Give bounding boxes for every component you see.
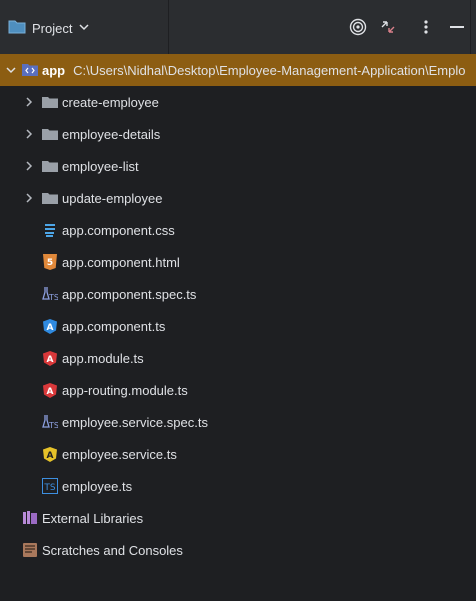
tree-file[interactable]: TS employee.service.spec.ts	[0, 406, 476, 438]
tree-file[interactable]: A employee.service.ts	[0, 438, 476, 470]
folder-name: employee-list	[62, 158, 139, 174]
toolbar-edge	[470, 0, 471, 54]
spec-icon: TS	[42, 286, 58, 302]
external-libraries[interactable]: External Libraries	[0, 502, 476, 534]
tree-folder[interactable]: employee-details	[0, 118, 476, 150]
scratches-and-consoles[interactable]: Scratches and Consoles	[0, 534, 476, 566]
angular-module-icon: A	[42, 382, 58, 398]
tree-file[interactable]: A app.module.ts	[0, 342, 476, 374]
root-folder-path: C:\Users\Nidhal\Desktop\Employee-Managem…	[73, 62, 466, 78]
chevron-right-icon[interactable]	[22, 95, 36, 109]
tree-file[interactable]: TS app.component.spec.ts	[0, 278, 476, 310]
tree-file[interactable]: A app-routing.module.ts	[0, 374, 476, 406]
svg-text:A: A	[47, 387, 54, 397]
file-name: app.component.css	[62, 222, 175, 238]
tree-root-app[interactable]: app C:\Users\Nidhal\Desktop\Employee-Man…	[0, 54, 476, 86]
spec-icon: TS	[42, 414, 58, 430]
file-name: employee.service.spec.ts	[62, 414, 208, 430]
more-icon[interactable]	[416, 17, 436, 37]
file-name: app.module.ts	[62, 350, 144, 366]
file-name: app.component.html	[62, 254, 180, 270]
file-name: employee.ts	[62, 478, 133, 494]
svg-text:A: A	[47, 323, 54, 333]
project-folder-icon	[8, 19, 26, 38]
svg-text:5: 5	[47, 258, 53, 268]
tree-folder[interactable]: update-employee	[0, 182, 476, 214]
angular-component-icon: A	[42, 318, 58, 334]
chevron-right-icon[interactable]	[22, 127, 36, 141]
file-name: app.component.spec.ts	[62, 286, 197, 302]
target-icon[interactable]	[348, 17, 368, 37]
angular-folder-icon	[22, 62, 38, 78]
html-icon: 5	[42, 254, 58, 270]
tree-file[interactable]: A app.component.ts	[0, 310, 476, 342]
folder-icon	[42, 126, 58, 142]
tree-file[interactable]: 5 app.component.html	[0, 246, 476, 278]
angular-module-icon: A	[42, 350, 58, 366]
css-icon	[42, 222, 58, 238]
folder-icon	[42, 158, 58, 174]
project-title: Project	[32, 20, 73, 36]
svg-text:A: A	[47, 355, 54, 365]
library-icon	[22, 510, 38, 526]
svg-text:TS: TS	[48, 421, 58, 430]
file-name: employee.service.ts	[62, 446, 177, 462]
chevron-right-icon[interactable]	[22, 159, 36, 173]
chevron-down-icon	[78, 21, 90, 36]
scratches-icon	[22, 542, 38, 558]
svg-text:TS: TS	[48, 293, 58, 302]
scratches-label: Scratches and Consoles	[42, 542, 183, 558]
folder-name: employee-details	[62, 126, 161, 142]
root-folder-name: app	[42, 62, 66, 78]
tree-folder[interactable]: employee-list	[0, 150, 476, 182]
folder-name: update-employee	[62, 190, 163, 206]
project-view-selector[interactable]: Project	[8, 18, 90, 38]
svg-text:A: A	[47, 451, 54, 461]
external-libraries-label: External Libraries	[42, 510, 144, 526]
folder-name: create-employee	[62, 94, 159, 110]
tree-folder[interactable]: create-employee	[0, 86, 476, 118]
tree-file[interactable]: app.component.css	[0, 214, 476, 246]
svg-text:TS: TS	[43, 483, 55, 493]
toolbar-divider	[168, 0, 169, 54]
file-name: app.component.ts	[62, 318, 166, 334]
chevron-right-icon[interactable]	[22, 191, 36, 205]
project-toolbar: Project	[0, 0, 476, 55]
angular-service-icon: A	[42, 446, 58, 462]
tree-file[interactable]: TS employee.ts	[0, 470, 476, 502]
chevron-down-icon[interactable]	[4, 63, 18, 77]
folder-icon	[42, 94, 58, 110]
collapse-icon[interactable]	[378, 17, 398, 37]
minimize-icon[interactable]	[447, 17, 467, 37]
file-name: app-routing.module.ts	[62, 382, 188, 398]
typescript-icon: TS	[42, 478, 58, 494]
folder-icon	[42, 190, 58, 206]
